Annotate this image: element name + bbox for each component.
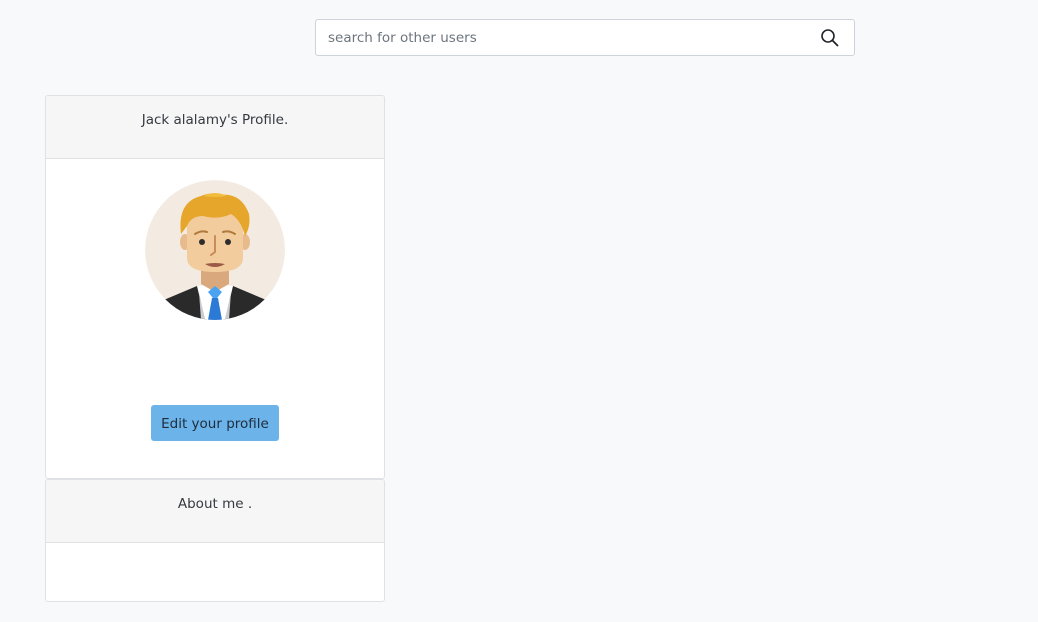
- profile-avatar-image: [145, 180, 285, 320]
- search-icon[interactable]: [820, 28, 840, 48]
- profile-card-header: Jack alalamy's Profile.: [46, 96, 384, 159]
- profile-card: Jack alalamy's Profile. Edit your profil…: [45, 95, 385, 479]
- edit-profile-button[interactable]: Edit your profile: [151, 405, 279, 441]
- search-bar: [315, 19, 855, 56]
- search-input[interactable]: [316, 20, 796, 55]
- about-card-header: About me .: [46, 480, 384, 543]
- about-card: About me .: [45, 479, 385, 602]
- about-title: About me .: [177, 496, 253, 512]
- profile-title: Jack alalamy's Profile.: [141, 112, 289, 128]
